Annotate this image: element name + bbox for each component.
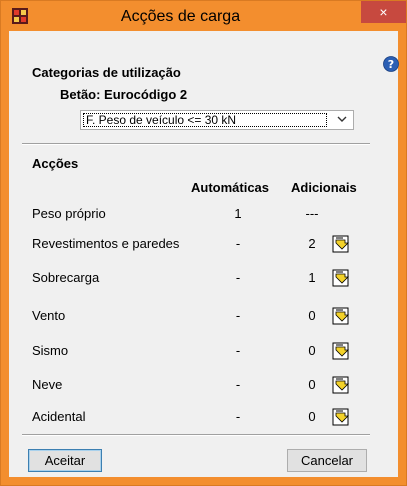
edit-list-icon xyxy=(332,342,349,360)
edit-list-icon xyxy=(332,269,349,287)
action-row: Sobrecarga - 1 xyxy=(0,267,407,289)
action-automatic-count: - xyxy=(235,270,241,285)
buttons-divider xyxy=(22,434,370,436)
edit-list-button[interactable] xyxy=(331,341,351,361)
usage-category-select[interactable]: F. Peso de veículo <= 30 kN xyxy=(80,110,354,130)
close-icon: × xyxy=(379,4,388,20)
usage-category-value: F. Peso de veículo <= 30 kN xyxy=(83,113,327,127)
action-label: Acidental xyxy=(32,409,86,424)
actions-heading: Acções xyxy=(32,156,79,171)
edit-list-button[interactable] xyxy=(331,375,351,395)
action-label: Vento xyxy=(32,308,66,323)
action-row: Vento - 0 xyxy=(0,305,407,327)
action-additional-count: --- xyxy=(305,206,319,221)
action-label: Peso próprio xyxy=(32,206,106,221)
action-label: Neve xyxy=(32,377,63,392)
action-automatic-count: - xyxy=(235,409,241,424)
edit-list-button[interactable] xyxy=(331,268,351,288)
svg-text:?: ? xyxy=(388,58,394,71)
concrete-code-label: Betão: Eurocódigo 2 xyxy=(60,87,188,102)
action-automatic-count: 1 xyxy=(234,206,242,221)
title-bar[interactable]: Acções de carga × xyxy=(1,1,406,31)
edit-list-icon xyxy=(332,235,349,253)
chevron-down-icon[interactable] xyxy=(331,111,353,129)
edit-list-button[interactable] xyxy=(331,234,351,254)
automatic-column-header: Automáticas xyxy=(191,180,270,195)
action-additional-count: 2 xyxy=(308,236,316,251)
action-row: Sismo - 0 xyxy=(0,340,407,362)
action-automatic-count: - xyxy=(235,343,241,358)
cancel-button[interactable]: Cancelar xyxy=(287,449,367,472)
action-label: Revestimentos e paredes xyxy=(32,236,180,251)
action-automatic-count: - xyxy=(235,236,241,251)
action-additional-count: 1 xyxy=(308,270,316,285)
usage-categories-heading: Categorias de utilização xyxy=(32,65,181,80)
edit-list-icon xyxy=(332,307,349,325)
action-row: Revestimentos e paredes - 2 xyxy=(0,233,407,255)
action-automatic-count: - xyxy=(235,377,241,392)
action-additional-count: 0 xyxy=(308,343,316,358)
action-additional-count: 0 xyxy=(308,409,316,424)
action-automatic-count: - xyxy=(235,308,241,323)
action-row: Neve - 0 xyxy=(0,374,407,396)
action-row: Peso próprio 1 --- xyxy=(0,203,407,225)
action-additional-count: 0 xyxy=(308,377,316,392)
action-row: Acidental - 0 xyxy=(0,406,407,428)
window-title: Acções de carga xyxy=(120,8,241,25)
edit-list-button[interactable] xyxy=(331,306,351,326)
close-button[interactable]: × xyxy=(361,1,406,23)
help-icon[interactable]: ? xyxy=(383,56,399,72)
action-label: Sismo xyxy=(32,343,69,358)
additional-column-header: Adicionais xyxy=(291,180,357,195)
action-additional-count: 0 xyxy=(308,308,316,323)
edit-list-button[interactable] xyxy=(331,407,351,427)
edit-list-icon xyxy=(332,376,349,394)
action-label: Sobrecarga xyxy=(32,270,100,285)
edit-list-icon xyxy=(332,408,349,426)
accept-button[interactable]: Aceitar xyxy=(28,449,102,472)
section-divider xyxy=(22,143,370,145)
